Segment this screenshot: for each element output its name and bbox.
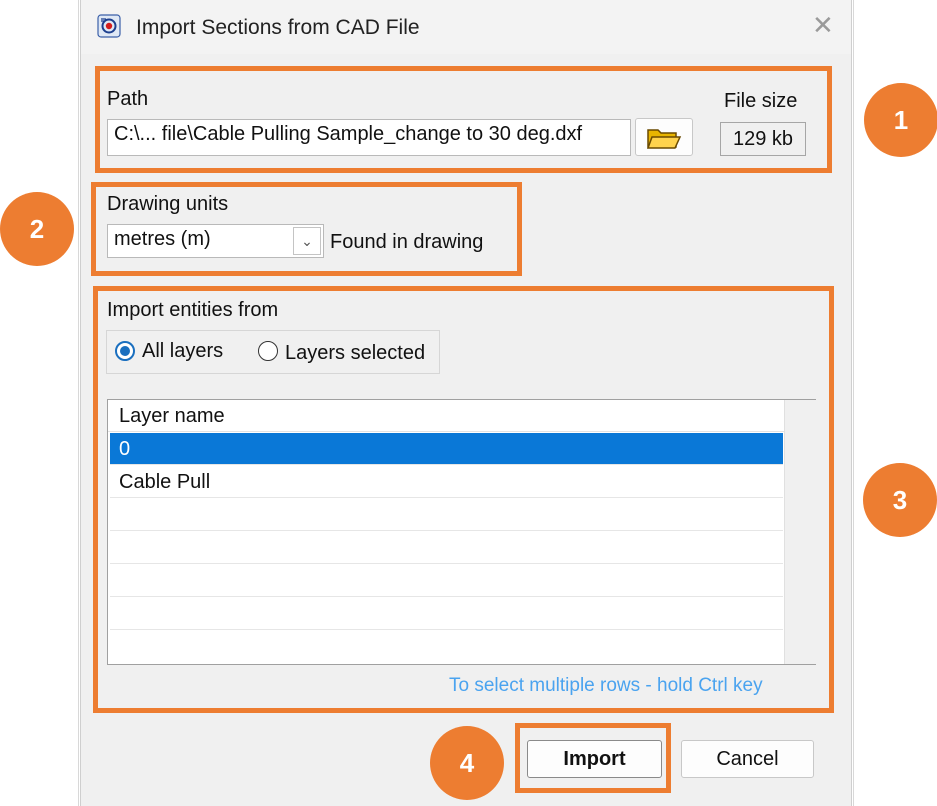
annotation-box-import <box>515 723 671 793</box>
close-icon[interactable]: ✕ <box>812 12 834 38</box>
background-divider <box>78 0 79 806</box>
cancel-button[interactable]: Cancel <box>681 740 814 778</box>
app-icon <box>97 14 121 38</box>
background-divider-right <box>853 0 854 806</box>
background-left <box>0 0 80 806</box>
title-bar: Import Sections from CAD File ✕ <box>81 0 851 54</box>
annotation-badge-4: 4 <box>430 726 504 800</box>
annotation-badge-1: 1 <box>864 83 937 157</box>
annotation-box-units <box>91 182 522 276</box>
annotation-box-layers <box>93 286 834 713</box>
annotation-badge-3: 3 <box>863 463 937 537</box>
dialog-title: Import Sections from CAD File <box>136 16 420 39</box>
annotation-box-path <box>95 66 832 173</box>
annotation-badge-2: 2 <box>0 192 74 266</box>
